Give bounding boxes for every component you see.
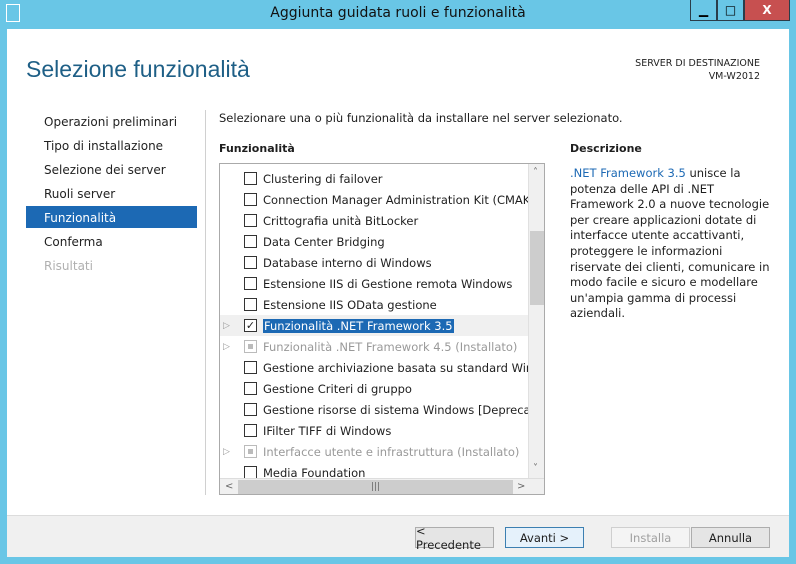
feature-row[interactable]: ▷ Funzionalità .NET Framework 4.5 (Instal…	[220, 336, 528, 357]
feature-label: Funzionalità .NET Framework 4.5 (Install…	[263, 339, 518, 354]
title-bar[interactable]: Aggiunta guidata ruoli e funzionalità ▁ …	[0, 0, 796, 28]
feature-label: Estensione IIS OData gestione	[263, 297, 437, 312]
feature-row[interactable]: Connection Manager Administration Kit (C…	[220, 189, 544, 210]
scroll-down-icon[interactable]: ˅	[533, 463, 538, 474]
feature-checkbox[interactable]: ✓	[244, 319, 257, 332]
feature-checkbox[interactable]	[244, 298, 257, 311]
feature-checkbox	[244, 445, 257, 458]
page-title: Selezione funzionalità	[26, 56, 250, 82]
feature-label: Clustering di failover	[263, 171, 383, 186]
feature-checkbox[interactable]	[244, 214, 257, 227]
nav-item[interactable]: Operazioni preliminari	[44, 115, 177, 129]
features-header: Funzionalità	[219, 142, 295, 155]
next-button[interactable]: Avanti >	[505, 527, 584, 548]
feature-label: Crittografia unità BitLocker	[263, 213, 419, 228]
feature-row[interactable]: Gestione Criteri di gruppo	[220, 378, 528, 399]
destination-server: SERVER DI DESTINAZIONE VM-W2012	[635, 57, 760, 83]
nav-item[interactable]: Conferma	[44, 235, 103, 249]
feature-row[interactable]: ▷ Interfacce utente e infrastruttura (Ins…	[220, 441, 528, 462]
horizontal-scroll-thumb[interactable]: |||	[238, 480, 513, 494]
feature-row[interactable]: Data Center Bridging	[220, 231, 528, 252]
description-link[interactable]: .NET Framework 3.5	[570, 166, 686, 180]
nav-item[interactable]: Tipo di installazione	[44, 139, 163, 153]
feature-checkbox[interactable]	[244, 403, 257, 416]
nav-item: Risultati	[44, 259, 93, 273]
feature-checkbox[interactable]	[244, 361, 257, 374]
intro-text: Selezionare una o più funzionalità da in…	[219, 111, 623, 125]
feature-checkbox[interactable]	[244, 193, 257, 206]
feature-row[interactable]: ▷ ✓ Funzionalità .NET Framework 3.5	[220, 315, 528, 336]
feature-checkbox[interactable]	[244, 172, 257, 185]
feature-label: Interfacce utente e infrastruttura (Inst…	[263, 444, 520, 459]
description-text: .NET Framework 3.5 unisce la potenza del…	[570, 166, 775, 322]
feature-label: Gestione archiviazione basata su standar…	[263, 360, 545, 375]
expand-icon[interactable]: ▷	[223, 342, 230, 352]
feature-label: IFilter TIFF di Windows	[263, 423, 392, 438]
feature-checkbox[interactable]	[244, 256, 257, 269]
cancel-button[interactable]: Annulla	[691, 527, 770, 548]
previous-button[interactable]: < Precedente	[415, 524, 494, 552]
feature-row[interactable]: Crittografia unità BitLocker	[220, 210, 528, 231]
feature-row[interactable]: Clustering di failover	[220, 168, 528, 189]
description-header: Descrizione	[570, 142, 642, 155]
feature-label: Gestione Criteri di gruppo	[263, 381, 412, 396]
scroll-up-icon[interactable]: ˄	[533, 167, 538, 178]
feature-label: Gestione risorse di sistema Windows [Dep…	[263, 402, 545, 417]
feature-label: Connection Manager Administration Kit (C…	[263, 192, 545, 207]
feature-checkbox[interactable]	[244, 235, 257, 248]
feature-row[interactable]: Estensione IIS OData gestione	[220, 294, 528, 315]
feature-label: Estensione IIS di Gestione remota Window…	[263, 276, 513, 291]
features-list[interactable]: Clustering di failover Connection Manager…	[219, 163, 545, 495]
nav-item[interactable]: Selezione dei server	[44, 163, 166, 177]
feature-row[interactable]: Database interno di Windows	[220, 252, 528, 273]
nav-item[interactable]: Funzionalità	[44, 211, 116, 225]
feature-label: Funzionalità .NET Framework 3.5	[263, 318, 454, 333]
feature-row[interactable]: IFilter TIFF di Windows	[220, 420, 528, 441]
feature-row[interactable]: Gestione archiviazione basata su standar…	[220, 357, 544, 378]
destination-server-name: VM-W2012	[708, 71, 760, 82]
horizontal-scrollbar[interactable]: < ||| >	[220, 478, 544, 494]
close-button[interactable]: X	[744, 0, 790, 21]
window-title: Aggiunta guidata ruoli e funzionalità	[270, 5, 526, 21]
feature-row[interactable]: Gestione risorse di sistema Windows [Dep…	[220, 399, 544, 420]
description-body: unisce la potenza delle API di .NET Fram…	[570, 166, 770, 321]
scroll-left-icon[interactable]: <	[225, 481, 233, 492]
vertical-scrollbar[interactable]: ˄ ˅	[528, 164, 544, 478]
destination-label: SERVER DI DESTINAZIONE	[635, 58, 760, 69]
feature-row[interactable]: Estensione IIS di Gestione remota Window…	[220, 273, 528, 294]
vertical-scroll-thumb[interactable]	[530, 231, 544, 305]
feature-label: Database interno di Windows	[263, 255, 432, 270]
nav-item[interactable]: Ruoli server	[44, 187, 115, 201]
feature-checkbox[interactable]	[244, 277, 257, 290]
feature-label: Data Center Bridging	[263, 234, 385, 249]
install-button[interactable]: Installa	[611, 527, 690, 548]
minimize-button[interactable]: ▁	[690, 0, 717, 21]
maximize-button[interactable]: □	[717, 0, 744, 21]
feature-checkbox[interactable]	[244, 382, 257, 395]
expand-icon[interactable]: ▷	[223, 447, 230, 457]
feature-checkbox	[244, 340, 257, 353]
scroll-right-icon[interactable]: >	[517, 481, 525, 492]
divider	[205, 110, 206, 495]
expand-icon[interactable]: ▷	[223, 321, 230, 331]
feature-checkbox[interactable]	[244, 424, 257, 437]
